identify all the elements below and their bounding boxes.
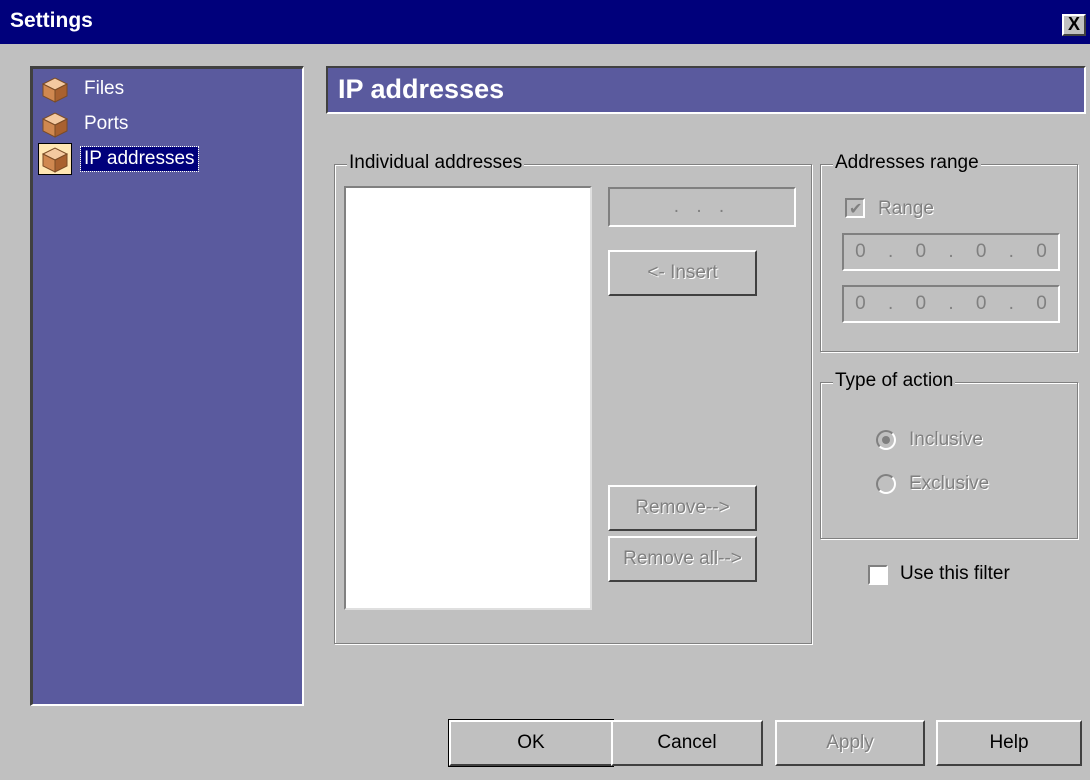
insert-button-label: <- Insert [647, 262, 718, 283]
octet: 0 [1036, 293, 1047, 314]
use-filter-checkbox[interactable] [868, 565, 888, 585]
insert-button[interactable]: <- Insert [608, 250, 757, 296]
inclusive-radio-label: Inclusive [909, 429, 983, 450]
range-end-input[interactable]: 0 . 0 . 0 . 0 [842, 285, 1060, 323]
octet: 0 [975, 293, 987, 314]
octet: 0 [855, 293, 866, 314]
sidebar-item-label: IP addresses [80, 146, 199, 172]
remove-all-button-label: Remove all--> [623, 548, 742, 569]
ip-address-input[interactable]: . . . [608, 187, 796, 227]
octet-separator: . [1008, 293, 1014, 314]
group-legend: Type of action [833, 370, 956, 392]
help-button[interactable]: Help [936, 720, 1082, 766]
sidebar-item-label: Ports [84, 113, 129, 134]
octet-separator: . [948, 241, 954, 262]
sidebar-item-ip-addresses[interactable]: IP addresses [38, 143, 199, 175]
inclusive-radio[interactable] [876, 430, 896, 450]
radio-dot [882, 436, 890, 444]
exclusive-radio-label: Exclusive [909, 473, 990, 494]
type-of-action-group: Type of action [820, 370, 1078, 539]
octet-separator: . [887, 241, 894, 262]
use-filter-label: Use this filter [900, 563, 1010, 584]
range-checkbox[interactable]: ✔ [845, 198, 865, 218]
octet: 0 [1036, 241, 1047, 262]
octet: 0 [975, 241, 987, 262]
octet-separator: . [948, 293, 954, 314]
octet: 0 [915, 241, 927, 262]
remove-button[interactable]: Remove--> [608, 485, 757, 531]
apply-button[interactable]: Apply [775, 720, 925, 766]
ip-placeholder: . . . [673, 196, 731, 217]
address-list[interactable] [344, 186, 592, 610]
exclusive-radio[interactable] [876, 474, 896, 494]
help-button-label: Help [989, 732, 1029, 753]
group-legend: Addresses range [833, 152, 981, 174]
close-icon: X [1067, 14, 1080, 34]
package-icon [38, 143, 72, 175]
package-icon [39, 74, 71, 104]
title-bar: Settings X [0, 0, 1090, 44]
octet: 0 [855, 241, 866, 262]
cancel-button[interactable]: Cancel [611, 720, 763, 766]
sidebar-item-files[interactable]: Files [39, 74, 127, 104]
checkmark-icon: ✔ [849, 199, 863, 218]
range-checkbox-label: Range [878, 198, 934, 219]
octet: 0 [915, 293, 927, 314]
group-legend: Individual addresses [347, 152, 525, 174]
apply-button-label: Apply [826, 732, 874, 753]
package-icon [39, 109, 71, 139]
remove-button-label: Remove--> [635, 497, 730, 518]
octet-separator: . [1008, 241, 1014, 262]
sidebar-item-ports[interactable]: Ports [39, 109, 131, 139]
page-title: IP addresses [338, 74, 505, 104]
close-button[interactable]: X [1062, 14, 1086, 36]
sidebar: Files Ports IP addresses [30, 66, 304, 706]
ok-button-label: OK [517, 732, 545, 753]
remove-all-button[interactable]: Remove all--> [608, 536, 757, 582]
cancel-button-label: Cancel [657, 732, 717, 753]
window-title: Settings [10, 9, 93, 32]
range-start-input[interactable]: 0 . 0 . 0 . 0 [842, 233, 1060, 271]
octet-separator: . [887, 293, 894, 314]
sidebar-item-label: Files [84, 78, 125, 99]
ok-button[interactable]: OK [448, 719, 614, 767]
page-header: IP addresses [326, 66, 1086, 114]
